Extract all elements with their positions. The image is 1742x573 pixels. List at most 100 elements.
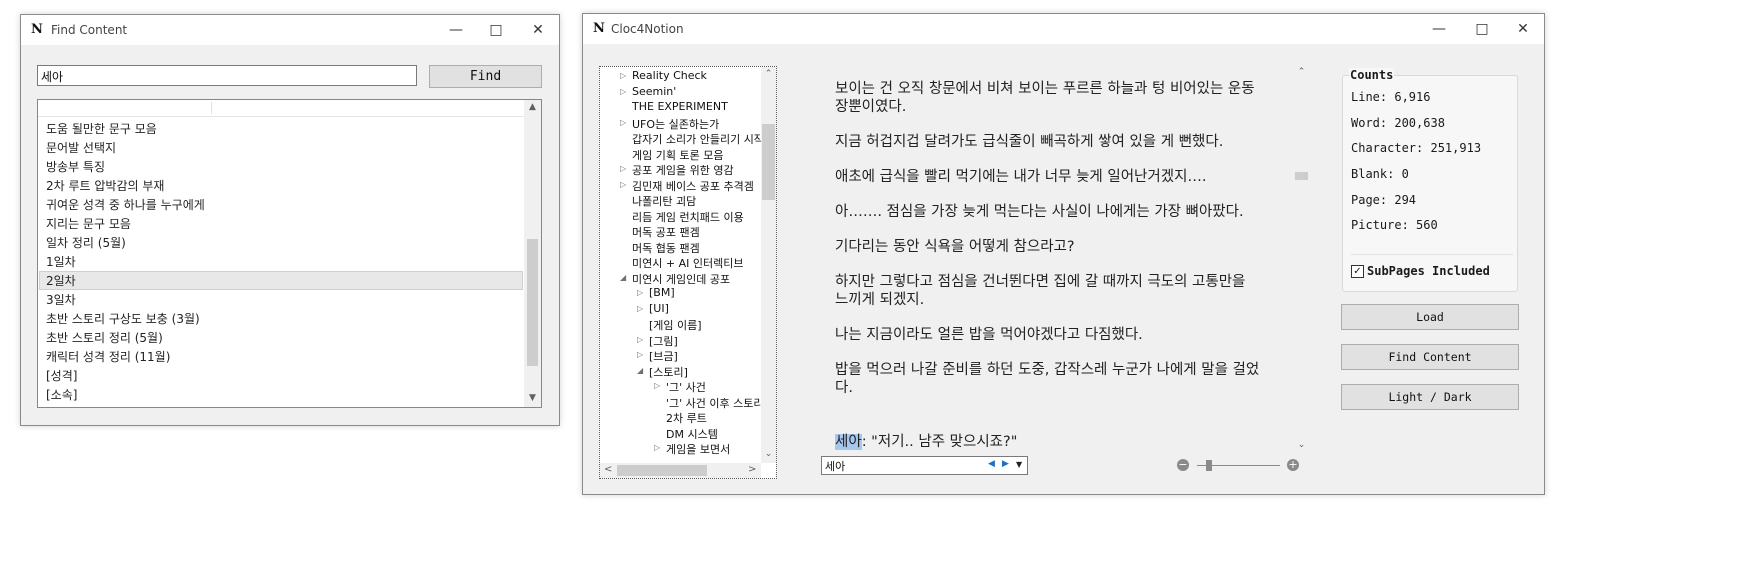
- tree-item[interactable]: 리듬 게임 런치패드 이용: [632, 209, 744, 225]
- collapsed-arrow-icon[interactable]: ▷: [620, 71, 626, 80]
- collapsed-arrow-icon[interactable]: ▷: [637, 350, 643, 359]
- collapsed-arrow-icon[interactable]: ▷: [654, 381, 660, 390]
- content-search-input[interactable]: 세아 ◀ ▶ ▼: [821, 456, 1028, 475]
- list-item[interactable]: 1일차: [46, 253, 76, 270]
- tree-item[interactable]: [게임 이름]: [649, 317, 702, 333]
- scroll-thumb[interactable]: [527, 239, 538, 366]
- tree-item[interactable]: [BM]: [649, 286, 675, 299]
- window-title: Cloc4Notion: [611, 22, 684, 36]
- count-page: Page: 294: [1351, 193, 1417, 207]
- maximize-icon[interactable]: □: [1459, 14, 1505, 44]
- dropdown-icon[interactable]: ▼: [1016, 460, 1022, 469]
- collapsed-arrow-icon[interactable]: ▷: [620, 87, 626, 96]
- list-item[interactable]: 문어발 선택지: [46, 139, 116, 156]
- results-scrollbar[interactable]: ▲ ▼: [524, 100, 541, 407]
- list-item[interactable]: 2차 루트 압박감의 부재: [46, 177, 164, 194]
- tree-item[interactable]: DM 시스템: [666, 426, 718, 442]
- tree-hscrollbar[interactable]: < >: [600, 463, 761, 478]
- count-character: Character: 251,913: [1351, 141, 1482, 155]
- content-view[interactable]: 보이는 건 오직 창문에서 비쳐 보이는 푸르른 하늘과 텅 비어있는 운동 장뿐…: [835, 80, 1295, 460]
- list-item[interactable]: 초반 스토리 구상도 보충 (3월): [46, 310, 200, 327]
- list-item[interactable]: [소속]: [46, 386, 77, 403]
- find-content-button[interactable]: Find Content: [1341, 344, 1519, 370]
- counts-title: Counts: [1349, 68, 1395, 82]
- load-button[interactable]: Load: [1341, 304, 1519, 330]
- list-item[interactable]: 방송부 특징: [46, 158, 105, 175]
- tree-item[interactable]: THE EXPERIMENT: [632, 100, 728, 113]
- scroll-up-icon[interactable]: ⌃: [1294, 67, 1309, 77]
- next-match-icon[interactable]: ▶: [1002, 459, 1009, 469]
- scroll-down-icon[interactable]: ⌄: [761, 449, 776, 459]
- light-dark-button[interactable]: Light / Dark: [1341, 384, 1519, 410]
- tree-item[interactable]: [스토리]: [649, 364, 688, 380]
- collapsed-arrow-icon[interactable]: ▷: [637, 288, 643, 297]
- scroll-thumb[interactable]: [617, 465, 707, 476]
- window-title: Find Content: [51, 23, 128, 37]
- list-item[interactable]: 지리는 문구 모음: [46, 215, 131, 232]
- tree-item[interactable]: 미연시 + AI 인터렉티브: [632, 255, 743, 271]
- scroll-up-icon[interactable]: ⌃: [761, 69, 776, 79]
- list-item[interactable]: 2일차: [46, 272, 76, 289]
- scroll-up-icon[interactable]: ▲: [524, 102, 541, 112]
- content-scrollbar[interactable]: ⌃ ⌄: [1294, 66, 1309, 453]
- scroll-down-icon[interactable]: ▼: [524, 393, 541, 403]
- tree-item[interactable]: [UI]: [649, 302, 669, 315]
- scroll-left-icon[interactable]: <: [604, 464, 612, 475]
- tree-item[interactable]: [브금]: [649, 348, 678, 364]
- maximize-icon[interactable]: □: [473, 15, 519, 45]
- list-item[interactable]: 초반 스토리 정리 (5월): [46, 329, 163, 346]
- close-icon[interactable]: ✕: [1500, 14, 1546, 44]
- zoom-out-icon[interactable]: −: [1177, 459, 1189, 471]
- tree-item[interactable]: 갑자기 소리가 안들리기 시작: [632, 131, 764, 147]
- scroll-down-icon[interactable]: ⌄: [1294, 440, 1309, 450]
- tree-item[interactable]: '그' 사건 이후 스토리: [666, 395, 764, 411]
- results-list[interactable]: 도움 될만한 문구 모음문어발 선택지방송부 특징 2차 루트 압박감의 부재귀여…: [37, 99, 542, 408]
- collapsed-arrow-icon[interactable]: ▷: [620, 180, 626, 189]
- find-titlebar[interactable]: N Find Content — □ ✕: [21, 15, 559, 45]
- zoom-slider[interactable]: − +: [1177, 458, 1302, 474]
- checkbox-check-icon[interactable]: ✓: [1351, 265, 1364, 278]
- scroll-thumb[interactable]: [762, 124, 775, 200]
- list-item[interactable]: [성격]: [46, 367, 77, 384]
- minimize-icon[interactable]: —: [1416, 14, 1462, 44]
- tree-item[interactable]: 2차 루트: [666, 410, 707, 426]
- tree-item[interactable]: Reality Check: [632, 69, 707, 82]
- zoom-in-icon[interactable]: +: [1287, 459, 1299, 471]
- tree-item[interactable]: 김민재 베이스 공포 추격겜: [632, 178, 754, 194]
- list-item[interactable]: 도움 될만한 문구 모음: [46, 120, 157, 137]
- page-tree[interactable]: ▷ Reality Check ▷ Seemin' THE EXPERIMENT ▷ UFO…: [599, 66, 777, 479]
- collapsed-arrow-icon[interactable]: ▷: [637, 335, 643, 344]
- collapsed-arrow-icon[interactable]: ▷: [620, 164, 626, 173]
- tree-item[interactable]: 공포 게임을 위한 영감: [632, 162, 734, 178]
- tree-item[interactable]: 미연시 게임인데 공포: [632, 271, 730, 287]
- tree-item[interactable]: Seemin': [632, 85, 676, 98]
- tree-item[interactable]: '그' 사건: [666, 379, 706, 395]
- list-item[interactable]: 귀여운 성격 중 하나를 누구에게: [46, 196, 205, 213]
- tree-item[interactable]: [그림]: [649, 333, 678, 349]
- collapsed-arrow-icon[interactable]: ▷: [654, 443, 660, 452]
- main-window: N Cloc4Notion — □ ✕ ▷ Reality Check ▷ Seemi…: [582, 13, 1545, 495]
- tree-item[interactable]: UFO는 실존하는가: [632, 116, 719, 132]
- tree-item[interactable]: 머독 협동 팬겜: [632, 240, 700, 256]
- list-item[interactable]: 일차 정리 (5월): [46, 234, 126, 251]
- collapsed-arrow-icon[interactable]: ▷: [637, 304, 643, 313]
- zoom-thumb[interactable]: [1206, 460, 1213, 471]
- expanded-arrow-icon[interactable]: ◢: [637, 366, 643, 375]
- scroll-thumb[interactable]: [1295, 172, 1308, 180]
- main-titlebar[interactable]: N Cloc4Notion — □ ✕: [583, 14, 1544, 44]
- expanded-arrow-icon[interactable]: ◢: [620, 273, 626, 282]
- tree-item[interactable]: 게임을 보면서: [666, 441, 730, 457]
- scroll-right-icon[interactable]: >: [748, 464, 756, 475]
- previous-match-icon[interactable]: ◀: [988, 459, 995, 469]
- search-input[interactable]: 세아: [37, 65, 417, 86]
- tree-vscrollbar[interactable]: ⌃ ⌄: [761, 67, 776, 463]
- find-button[interactable]: Find: [429, 65, 542, 88]
- collapsed-arrow-icon[interactable]: ▷: [620, 118, 626, 127]
- tree-item[interactable]: 나폴리탄 괴담: [632, 193, 696, 209]
- tree-item[interactable]: 머독 공포 팬겜: [632, 224, 700, 240]
- list-item[interactable]: 3일차: [46, 291, 76, 308]
- list-item[interactable]: 캐릭터 성격 정리 (11월): [46, 348, 170, 365]
- selected-row-highlight: [39, 271, 523, 290]
- tree-item[interactable]: 게임 기획 토론 모음: [632, 147, 723, 163]
- close-icon[interactable]: ✕: [515, 15, 561, 45]
